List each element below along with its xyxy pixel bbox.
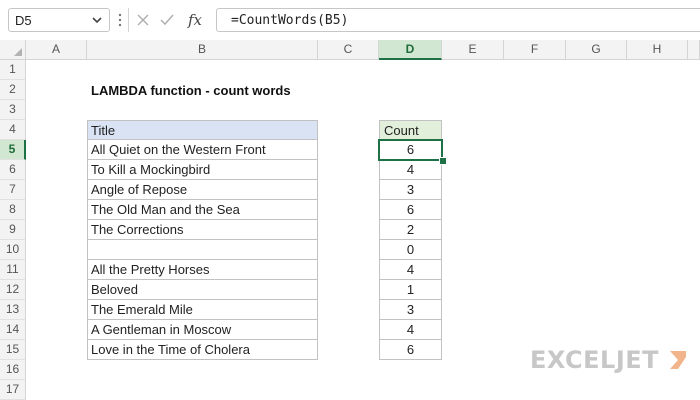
row-header-15[interactable]: 15 [0,340,26,360]
row-header-5[interactable]: 5 [0,140,26,160]
row-header-9[interactable]: 9 [0,220,26,240]
row-header-16[interactable]: 16 [0,360,26,380]
insert-function-icon[interactable]: fx [183,8,207,32]
name-box[interactable]: D5 [8,8,110,32]
check-icon[interactable] [158,11,176,29]
column-header-a[interactable]: A [26,40,87,60]
exceljet-logo-icon [670,351,686,369]
title-cell[interactable]: The Emerald Mile [87,300,318,320]
count-cell[interactable]: 1 [379,280,442,300]
count-cell[interactable]: 0 [379,240,442,260]
chevron-down-icon[interactable] [91,12,103,28]
row-header-7[interactable]: 7 [0,180,26,200]
fill-handle[interactable] [439,157,447,165]
title-cell[interactable]: To Kill a Mockingbird [87,160,318,180]
count-cell[interactable]: 6 [379,140,442,160]
row-header-6[interactable]: 6 [0,160,26,180]
count-cell[interactable]: 6 [379,340,442,360]
column-header-e[interactable]: E [442,40,504,60]
row-header-4[interactable]: 4 [0,120,26,140]
column-header-c[interactable]: C [318,40,379,60]
count-cell[interactable]: 3 [379,300,442,320]
count-cell[interactable]: 6 [379,200,442,220]
row-header-1[interactable]: 1 [0,60,26,80]
column-header-f[interactable]: F [504,40,566,60]
title-cell[interactable]: All Quiet on the Western Front [87,140,318,160]
sheet-title[interactable]: LAMBDA function - count words [91,83,291,98]
table-header-title[interactable]: Title [87,120,318,140]
table-header-count[interactable]: Count [379,120,442,140]
row-header-13[interactable]: 13 [0,300,26,320]
select-all-button[interactable] [0,40,26,60]
column-header-g[interactable]: G [566,40,627,60]
formula-text: =CountWords(B5) [231,13,349,28]
more-options-icon[interactable] [117,12,123,28]
title-cell[interactable]: The Old Man and the Sea [87,200,318,220]
row-header-11[interactable]: 11 [0,260,26,280]
title-cell[interactable]: Angle of Repose [87,180,318,200]
row-header-8[interactable]: 8 [0,200,26,220]
formula-bar: D5 fx =CountWords(B5) [0,0,700,41]
column-header-overflow [688,40,700,60]
row-header-12[interactable]: 12 [0,280,26,300]
title-cell[interactable]: All the Pretty Horses [87,260,318,280]
row-header-14[interactable]: 14 [0,320,26,340]
row-header-17[interactable]: 17 [0,380,26,400]
title-cell[interactable]: A Gentleman in Moscow [87,320,318,340]
column-header-h[interactable]: H [627,40,688,60]
column-header-b[interactable]: B [87,40,318,60]
row-header-10[interactable]: 10 [0,240,26,260]
name-box-value: D5 [15,13,32,28]
count-cell[interactable]: 3 [379,180,442,200]
count-cell[interactable]: 2 [379,220,442,240]
title-cell[interactable]: Beloved [87,280,318,300]
count-cell[interactable]: 4 [379,160,442,180]
column-header-d[interactable]: D [379,40,442,60]
formula-input[interactable]: =CountWords(B5) [216,8,700,32]
row-header-3[interactable]: 3 [0,100,26,120]
count-cell[interactable]: 4 [379,260,442,280]
select-all-triangle-icon [14,48,22,56]
title-cell[interactable]: Love in the Time of Cholera [87,340,318,360]
title-cell[interactable] [87,240,318,260]
cancel-icon[interactable] [134,11,152,29]
exceljet-watermark: EXCELJET [530,345,690,375]
formula-bar-separator [128,8,129,32]
exceljet-logo-text: EXCELJET [530,346,660,374]
row-header-2[interactable]: 2 [0,80,26,100]
title-cell[interactable]: The Corrections [87,220,318,240]
count-cell[interactable]: 4 [379,320,442,340]
